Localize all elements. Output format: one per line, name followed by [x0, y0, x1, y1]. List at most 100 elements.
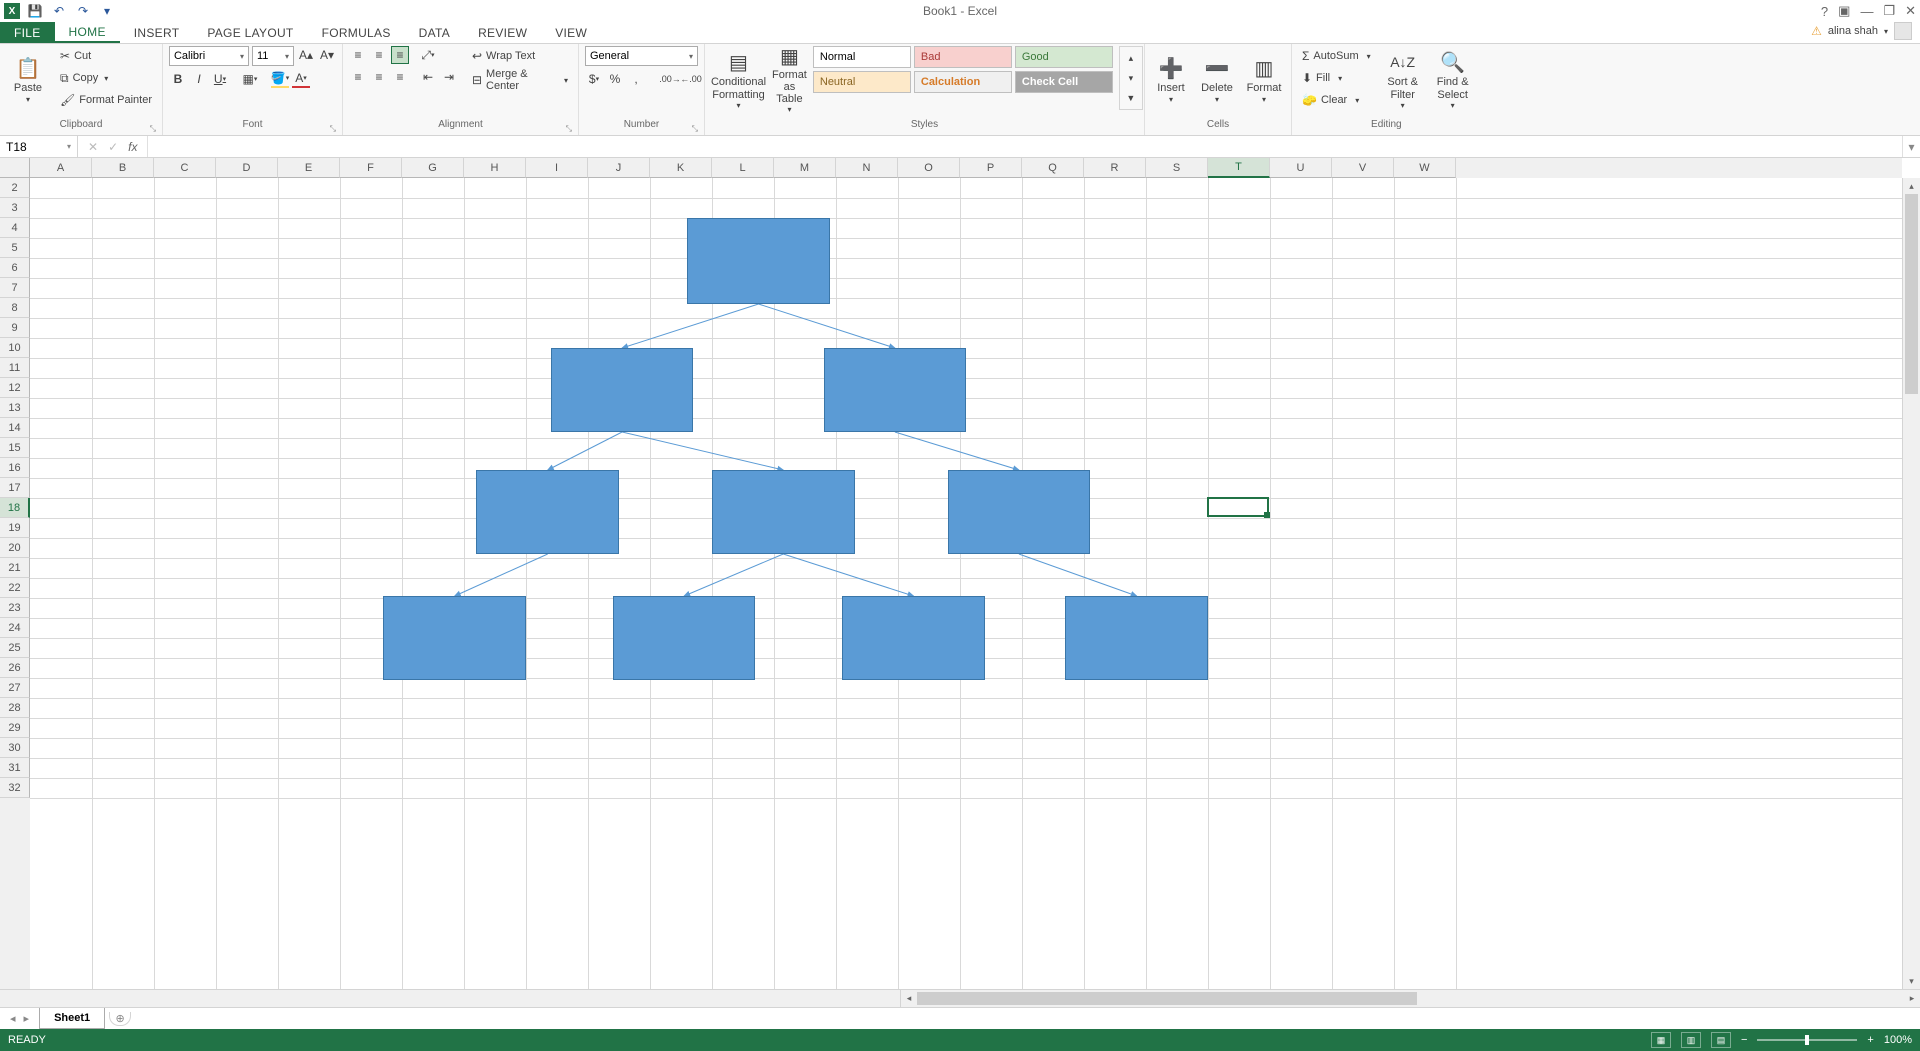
number-launcher-icon[interactable]: ⤡ [692, 124, 698, 134]
col-header-I[interactable]: I [526, 158, 588, 178]
percent-format-icon[interactable]: % [606, 70, 624, 88]
cells-area[interactable] [30, 178, 1902, 989]
style-calculation[interactable]: Calculation [914, 71, 1012, 93]
col-header-O[interactable]: O [898, 158, 960, 178]
increase-decimal-icon[interactable]: .00→ [661, 70, 679, 88]
style-neutral[interactable]: Neutral [813, 71, 911, 93]
row-header-6[interactable]: 6 [0, 258, 30, 278]
sheet-nav-next-icon[interactable]: ▸ [24, 1012, 30, 1025]
paste-button[interactable]: 📋 Paste ▾ [6, 46, 50, 112]
shape-rectangle[interactable] [824, 348, 967, 432]
align-middle-icon[interactable]: ≡ [370, 46, 388, 64]
italic-button[interactable]: I [190, 70, 208, 88]
scroll-right-icon[interactable]: ▸ [1904, 990, 1920, 1007]
format-as-table-button[interactable]: ▦ Format as Table▾ [772, 46, 807, 112]
col-header-J[interactable]: J [588, 158, 650, 178]
connector-arrow[interactable] [622, 304, 758, 348]
format-painter-button[interactable]: 🖌Format Painter [56, 90, 156, 110]
underline-button[interactable]: U▾ [211, 70, 229, 88]
decrease-font-icon[interactable]: A▾ [318, 46, 336, 64]
minimize-icon[interactable]: — [1860, 4, 1873, 19]
number-format-select[interactable]: General▾ [585, 46, 698, 66]
expand-formula-bar-icon[interactable]: ▾ [1902, 136, 1920, 157]
col-header-L[interactable]: L [712, 158, 774, 178]
col-header-U[interactable]: U [1270, 158, 1332, 178]
scroll-left-icon[interactable]: ◂ [901, 990, 917, 1007]
clipboard-launcher-icon[interactable]: ⤡ [150, 124, 156, 134]
cancel-formula-icon[interactable]: ✕ [88, 140, 98, 154]
font-launcher-icon[interactable]: ⤡ [330, 124, 336, 134]
style-good[interactable]: Good [1015, 46, 1113, 68]
tab-home[interactable]: HOME [55, 22, 120, 43]
row-headers[interactable]: 2345678910111213141516171819202122232425… [0, 178, 30, 989]
col-header-M[interactable]: M [774, 158, 836, 178]
undo-icon[interactable]: ↶ [50, 2, 68, 20]
delete-cells-button[interactable]: ➖Delete▾ [1197, 46, 1237, 112]
bold-button[interactable]: B [169, 70, 187, 88]
row-header-8[interactable]: 8 [0, 298, 30, 318]
qat-customize-icon[interactable]: ▾ [98, 2, 116, 20]
row-header-16[interactable]: 16 [0, 458, 30, 478]
row-header-14[interactable]: 14 [0, 418, 30, 438]
conditional-formatting-button[interactable]: ▤ Conditional Formatting▾ [711, 46, 766, 112]
wrap-text-button[interactable]: ↩Wrap Text [468, 46, 572, 66]
row-header-24[interactable]: 24 [0, 618, 30, 638]
row-header-5[interactable]: 5 [0, 238, 30, 258]
styles-scroll-down-icon[interactable]: ▾ [1122, 69, 1140, 87]
shape-rectangle[interactable] [842, 596, 985, 680]
row-header-4[interactable]: 4 [0, 218, 30, 238]
col-header-E[interactable]: E [278, 158, 340, 178]
decrease-decimal-icon[interactable]: ←.00 [682, 70, 700, 88]
name-box[interactable]: T18▾ [0, 136, 78, 157]
hscroll-thumb[interactable] [917, 992, 1417, 1005]
user-account[interactable]: ⚠ alina shah ▾ [1811, 22, 1912, 40]
col-header-V[interactable]: V [1332, 158, 1394, 178]
find-select-button[interactable]: 🔍Find & Select▾ [1431, 46, 1475, 112]
row-header-23[interactable]: 23 [0, 598, 30, 618]
scroll-up-icon[interactable]: ▴ [1903, 178, 1920, 194]
shape-rectangle[interactable] [476, 470, 619, 554]
sheet-tab-active[interactable]: Sheet1 [39, 1008, 105, 1029]
tab-data[interactable]: DATA [405, 22, 464, 43]
shape-rectangle[interactable] [948, 470, 1091, 554]
row-header-21[interactable]: 21 [0, 558, 30, 578]
row-header-31[interactable]: 31 [0, 758, 30, 778]
col-header-K[interactable]: K [650, 158, 712, 178]
zoom-slider[interactable] [1757, 1039, 1857, 1041]
font-name-select[interactable]: Calibri▾ [169, 46, 249, 66]
row-header-27[interactable]: 27 [0, 678, 30, 698]
shape-rectangle[interactable] [551, 348, 694, 432]
alignment-launcher-icon[interactable]: ⤡ [566, 124, 572, 134]
autosum-button[interactable]: ΣAutoSum▾ [1298, 46, 1375, 66]
col-header-C[interactable]: C [154, 158, 216, 178]
tab-formulas[interactable]: FORMULAS [308, 22, 405, 43]
fx-icon[interactable]: fx [128, 140, 137, 154]
style-bad[interactable]: Bad [914, 46, 1012, 68]
connector-arrow[interactable] [684, 554, 783, 596]
col-header-W[interactable]: W [1394, 158, 1456, 178]
connector-arrow[interactable] [1019, 554, 1137, 596]
row-header-9[interactable]: 9 [0, 318, 30, 338]
shape-rectangle[interactable] [712, 470, 855, 554]
maximize-icon[interactable]: ❐ [1883, 3, 1895, 19]
col-header-B[interactable]: B [92, 158, 154, 178]
align-right-icon[interactable]: ≡ [391, 68, 409, 86]
style-check-cell[interactable]: Check Cell [1015, 71, 1113, 93]
col-header-G[interactable]: G [402, 158, 464, 178]
col-header-T[interactable]: T [1208, 158, 1270, 178]
save-icon[interactable]: 💾 [26, 2, 44, 20]
horizontal-scrollbar[interactable]: ◂ ▸ [900, 990, 1920, 1007]
col-header-N[interactable]: N [836, 158, 898, 178]
increase-font-icon[interactable]: A▴ [297, 46, 315, 64]
sort-filter-button[interactable]: A↓ZSort & Filter▾ [1381, 46, 1425, 112]
row-header-15[interactable]: 15 [0, 438, 30, 458]
border-button[interactable]: ▦▾ [241, 70, 259, 88]
new-sheet-button[interactable]: ⊕ [109, 1012, 131, 1026]
tab-page-layout[interactable]: PAGE LAYOUT [193, 22, 307, 43]
decrease-indent-icon[interactable]: ⇤ [419, 68, 437, 86]
accounting-format-icon[interactable]: $▾ [585, 70, 603, 88]
row-header-7[interactable]: 7 [0, 278, 30, 298]
font-color-button[interactable]: A▾ [292, 70, 310, 88]
row-header-22[interactable]: 22 [0, 578, 30, 598]
align-top-icon[interactable]: ≡ [349, 46, 367, 64]
